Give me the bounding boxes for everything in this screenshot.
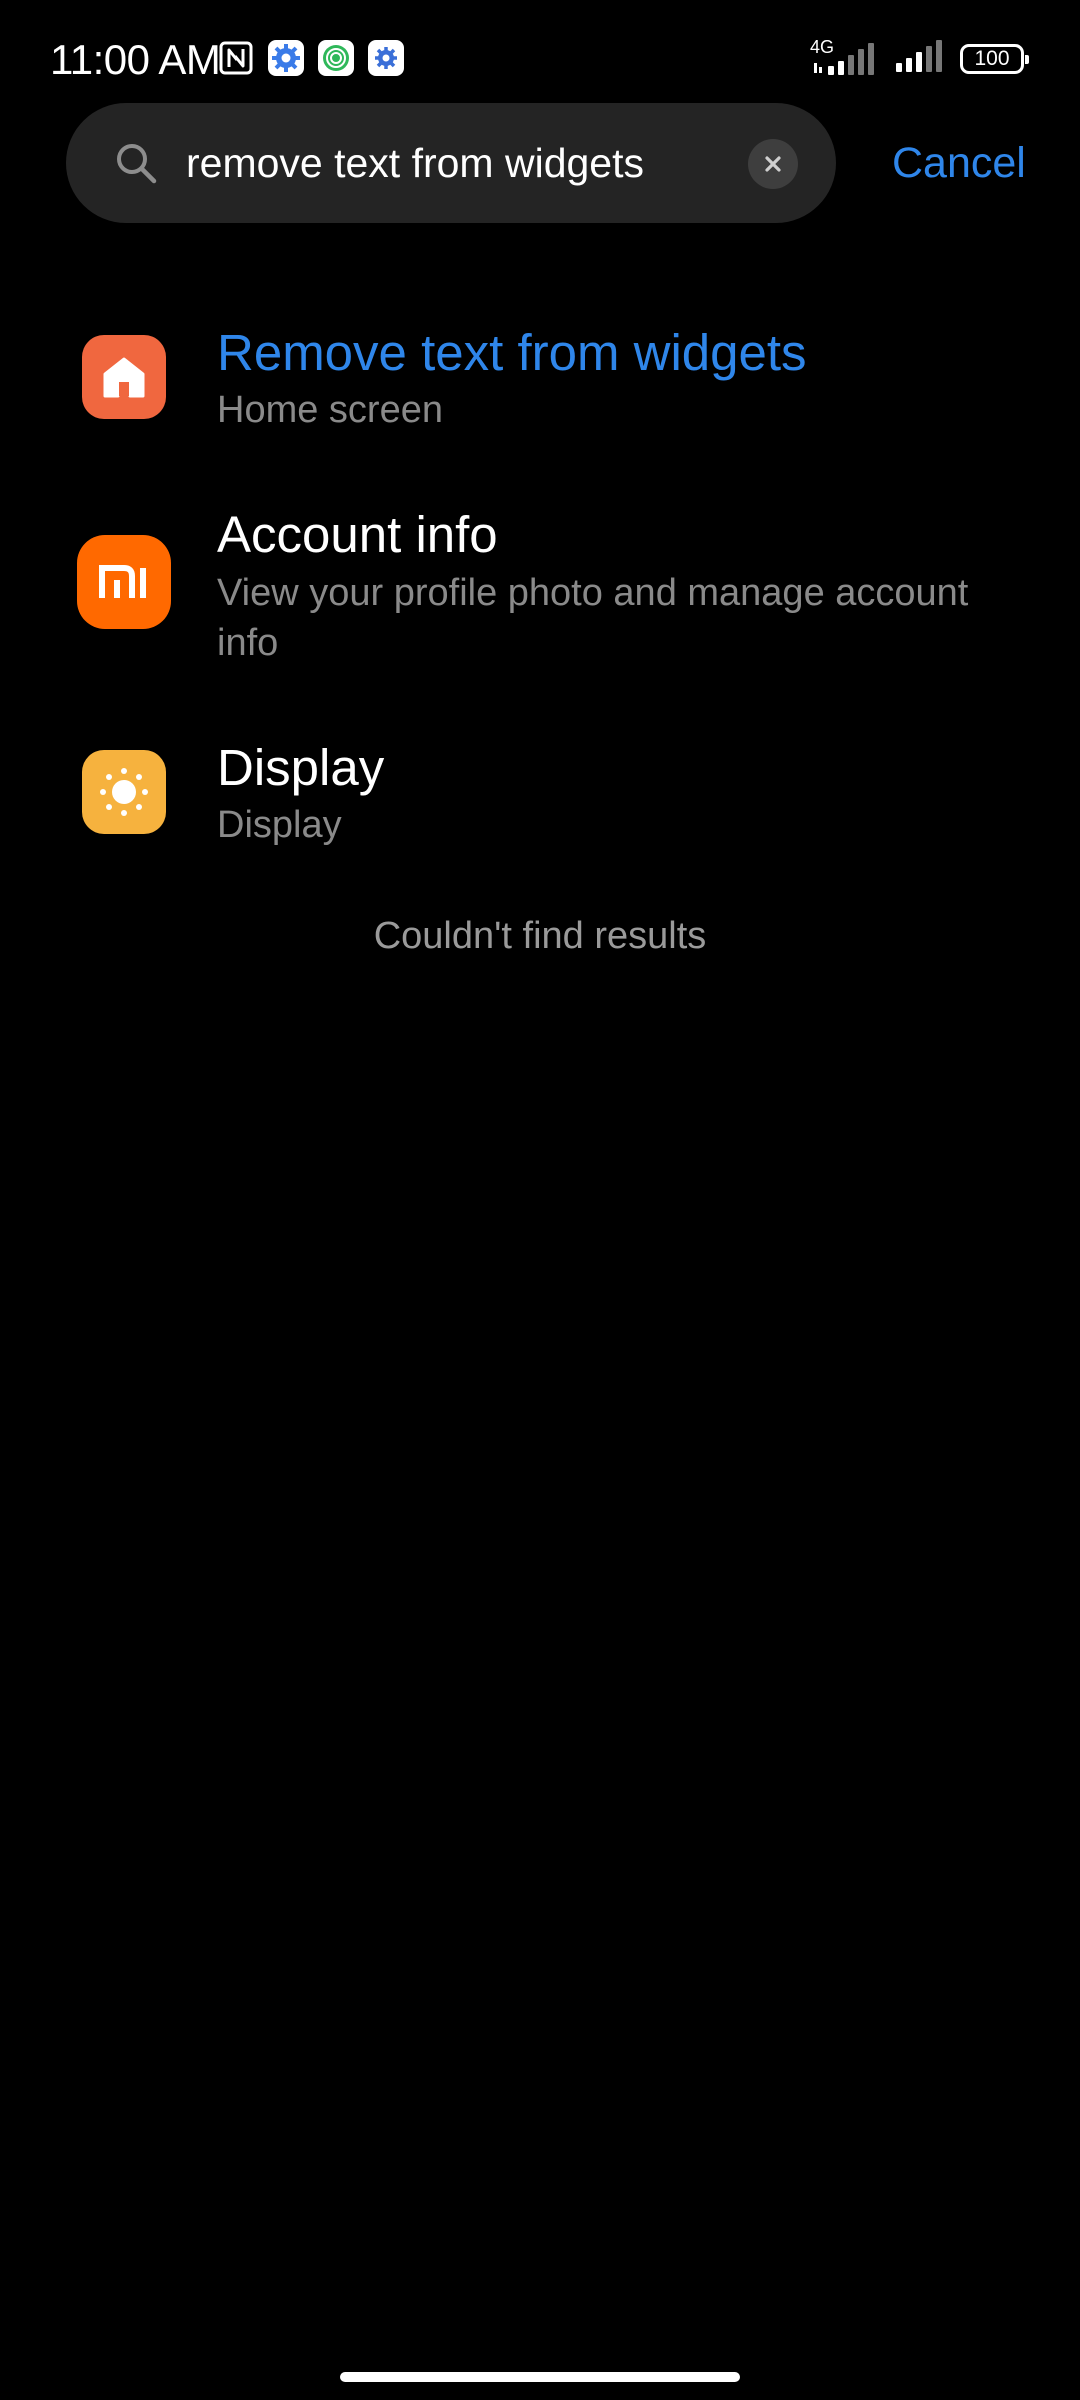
battery-icon: 100 (960, 43, 1029, 74)
clear-search-button[interactable] (748, 139, 798, 189)
search-result-account-info[interactable]: Account info View your profile photo and… (0, 490, 1080, 680)
result-subtitle: Display (217, 804, 342, 846)
result-subtitle: View your profile photo and manage accou… (217, 572, 969, 664)
sun-icon (82, 750, 166, 834)
nfc-icon (218, 40, 254, 76)
target-app-icon (318, 40, 354, 76)
result-title: Remove text from widgets (217, 324, 807, 381)
result-subtitle: Home screen (217, 389, 443, 431)
search-result-display[interactable]: Display Display (0, 725, 1080, 865)
result-title: Display (217, 739, 385, 796)
settings-icon (368, 40, 404, 76)
result-title: Account info (217, 506, 498, 563)
no-results-message: Couldn't find results (373, 915, 707, 957)
mi-logo-icon (77, 535, 171, 629)
notification-icons (218, 40, 404, 76)
close-icon (765, 156, 781, 172)
settings-icon (268, 40, 304, 76)
home-icon (82, 335, 166, 419)
cancel-button[interactable]: Cancel (892, 133, 1026, 193)
search-input[interactable] (186, 131, 776, 195)
signal-icon: 4G (810, 37, 880, 77)
signal-icon (894, 38, 946, 79)
system-status-icons: 4G 100 (810, 37, 1029, 79)
battery-level: 100 (974, 46, 1010, 70)
status-bar: 11:00 AM 4G 100 (0, 0, 1080, 110)
home-indicator[interactable] (340, 2372, 740, 2382)
status-time: 11:00 AM (50, 36, 221, 83)
search-bar (66, 103, 836, 223)
search-result-remove-text-from-widgets[interactable]: Remove text from widgets Home screen (0, 300, 1080, 460)
search-icon (114, 141, 158, 185)
